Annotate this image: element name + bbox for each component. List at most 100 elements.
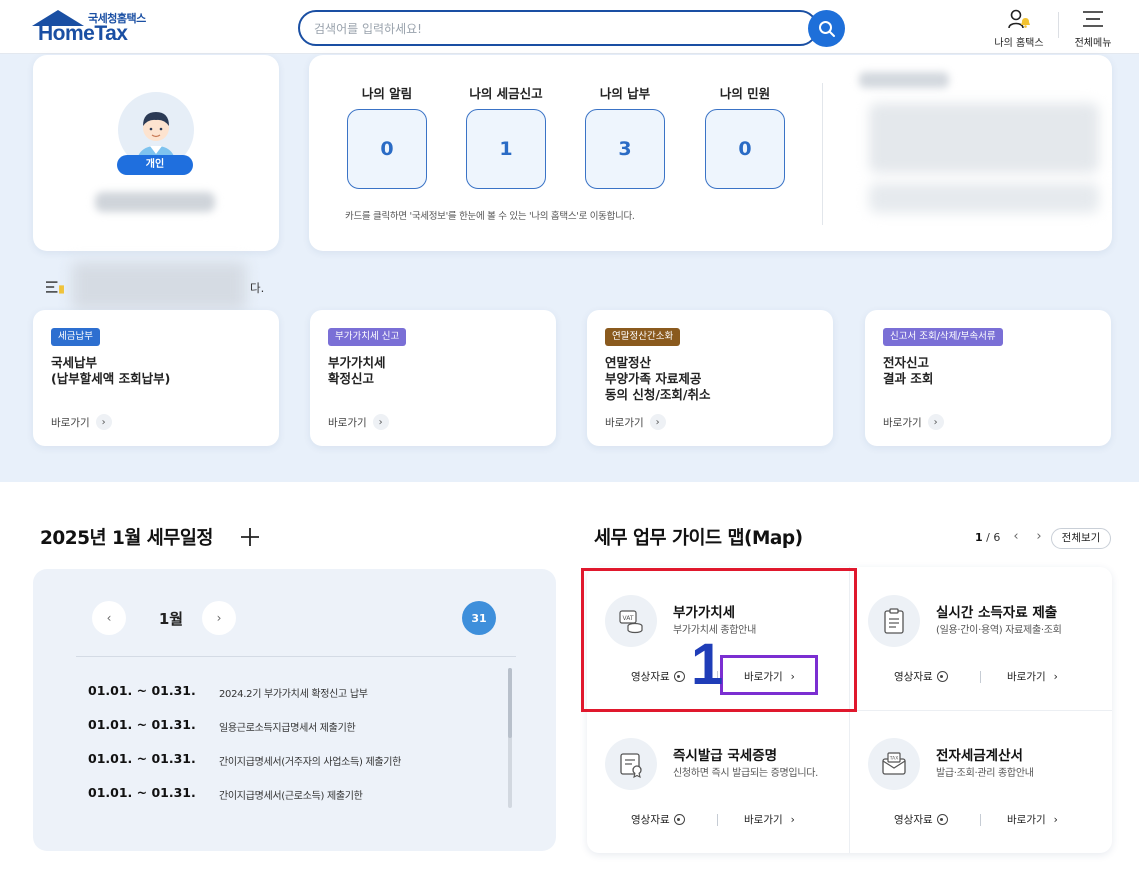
stat-title: 나의 민원 [719,86,771,101]
schedule-desc: 간이지급명세서(거주자의 사업소득) 제출기한 [219,757,402,768]
guide-item-title: 즉시발급 국세증명 [673,748,778,764]
video-material-label: 영상자료 [894,814,933,826]
quick-card-e-filing-result[interactable]: 신고서 조회/삭제/부속서류 전자신고 결과 조회 바로가기 › [865,310,1111,446]
video-material-label: 영상자료 [631,814,670,826]
chevron-left-icon: ‹ [106,611,112,625]
hometax-logo[interactable]: 국세청홈택스 HomeTax [32,8,152,48]
certificate-icon [605,738,657,790]
film-reel-icon [936,814,948,825]
all-menu-label: 전체메뉴 [1074,38,1112,49]
user-type-badge: 개인 [117,155,193,175]
my-hometax-button[interactable]: 나의 홈택스 [984,6,1054,50]
schedule-desc: 일용근로소득지급명세서 제출기한 [219,723,356,734]
stat-title: 나의 세금신고 [469,86,543,101]
go-link[interactable]: 바로가기 › [744,812,795,827]
redacted-user-name [95,192,215,212]
hamburger-menu-icon [1083,11,1103,27]
quick-card-tax-payment[interactable]: 세금납부 국세납부 (납부할세액 조회납부) 바로가기 › [33,310,279,446]
schedule-date: 01.01. ~ 01.31. [88,785,196,800]
quick-card-link-label: 바로가기 [605,416,644,429]
tax-envelope-icon: TAX [868,738,920,790]
film-reel-icon [936,671,948,682]
plus-icon[interactable] [238,525,262,549]
message-tail: 다. [250,281,265,295]
guide-item-e-invoice[interactable]: TAX 전자세금계산서 발급·조회·관리 종합안내 영상자료 바로가기 › [850,710,1112,853]
selected-day-badge[interactable]: 31 [462,601,496,635]
stats-note: 카드를 클릭하면 '국세정보'를 한눈에 볼 수 있는 '나의 홈택스'로 이동… [345,211,635,222]
highlight-box-purple [720,655,818,695]
redacted-info-title [859,72,949,88]
list-icon [46,281,64,294]
chevron-right-icon: › [1053,670,1058,683]
stat-notifications[interactable]: 나의 알림 0 [347,83,427,189]
search-input[interactable] [314,18,794,40]
quick-card-link-label: 바로가기 [51,416,90,429]
profile-card[interactable]: 개인 [33,55,279,251]
next-page-button[interactable]: › [1031,529,1047,545]
chevron-right-icon: › [95,414,112,430]
quick-card-year-end[interactable]: 연말정산간소화 연말정산 부양가족 자료제공 동의 신청/조회/취소 바로가기 … [587,310,833,446]
my-hometax-label: 나의 홈택스 [994,38,1044,49]
video-material-link[interactable]: 영상자료 [894,669,948,684]
video-material-link[interactable]: 영상자료 [894,812,948,827]
link-separator [717,814,718,826]
clipboard-icon [868,595,920,647]
prev-month-button[interactable]: ‹ [92,601,126,635]
schedule-desc: 간이지급명세서(근로소득) 제출기한 [219,791,363,802]
guide-item-title: 실시간 소득자료 제출 [936,605,1058,621]
film-reel-icon [673,814,685,825]
chevron-right-icon: › [790,813,795,826]
pager-total: / 6 [986,531,1001,544]
guide-item-certificate[interactable]: 즉시발급 국세증명 신청하면 즉시 발급되는 증명입니다. 영상자료 바로가기 … [587,710,849,853]
quick-card-title: 부가가치세 확정신고 [328,355,386,386]
pager-current: 1 [975,531,983,544]
search-box [298,10,818,46]
go-link[interactable]: 바로가기 › [1007,812,1058,827]
schedule-card: ‹ 1월 › 31 01.01. ~ 01.31. 2024.2기 부가가치세 … [33,569,556,851]
schedule-date: 01.01. ~ 01.31. [88,683,196,698]
quick-card-tag: 연말정산간소화 [605,328,681,346]
chevron-right-icon: › [1036,529,1042,544]
schedule-row[interactable]: 01.01. ~ 01.31. 간이지급명세서(근로소득) 제출기한 [88,785,508,805]
search-button[interactable] [808,10,845,47]
schedule-date: 01.01. ~ 01.31. [88,717,196,732]
go-link-label: 바로가기 [744,814,783,826]
search-icon [818,20,835,37]
user-bell-icon [1008,9,1030,29]
view-all-button[interactable]: 전체보기 [1051,528,1111,549]
schedule-scrollbar[interactable] [508,668,512,808]
quick-card-link-label: 바로가기 [883,416,922,429]
prev-page-button[interactable]: ‹ [1008,529,1024,545]
all-menu-button[interactable]: 전체메뉴 [1058,6,1128,50]
link-separator [980,671,981,683]
guide-item-title: 전자세금계산서 [936,748,1023,764]
video-material-link[interactable]: 영상자료 [631,812,685,827]
quick-card-link[interactable]: 바로가기 › [883,414,944,430]
quick-card-link[interactable]: 바로가기 › [328,414,389,430]
stat-tax-filing[interactable]: 나의 세금신고 1 [466,83,546,189]
guide-item-subtitle: (일용·간이·용역) 자료제출·조회 [936,625,1062,636]
schedule-row[interactable]: 01.01. ~ 01.31. 2024.2기 부가가치세 확정신고 납부 [88,683,508,703]
next-month-button[interactable]: › [202,601,236,635]
chevron-right-icon: › [927,414,944,430]
schedule-row[interactable]: 01.01. ~ 01.31. 일용근로소득지급명세서 제출기한 [88,717,508,737]
stat-civil-petition[interactable]: 나의 민원 0 [705,83,785,189]
guide-item-income-data[interactable]: 실시간 소득자료 제출 (일용·간이·용역) 자료제출·조회 영상자료 바로가기… [850,567,1112,710]
month-label: 1월 [158,610,184,628]
guide-item-subtitle: 발급·조회·관리 종합안내 [936,768,1034,779]
go-link-label: 바로가기 [1007,671,1046,683]
guide-item-subtitle: 신청하면 즉시 발급되는 증명입니다. [673,768,819,779]
quick-card-tag: 세금납부 [51,328,100,346]
chevron-right-icon: › [649,414,666,430]
stat-payment[interactable]: 나의 납부 3 [585,83,665,189]
go-link[interactable]: 바로가기 › [1007,669,1058,684]
quick-card-title: 전자신고 결과 조회 [883,355,934,386]
link-separator [980,814,981,826]
schedule-date: 01.01. ~ 01.31. [88,751,196,766]
scrollbar-thumb[interactable] [508,668,512,738]
logo-title: HomeTax [38,22,128,45]
quick-card-vat-filing[interactable]: 부가가치세 신고 부가가치세 확정신고 바로가기 › [310,310,556,446]
schedule-row[interactable]: 01.01. ~ 01.31. 간이지급명세서(거주자의 사업소득) 제출기한 [88,751,508,771]
quick-card-link[interactable]: 바로가기 › [51,414,112,430]
quick-card-link[interactable]: 바로가기 › [605,414,666,430]
